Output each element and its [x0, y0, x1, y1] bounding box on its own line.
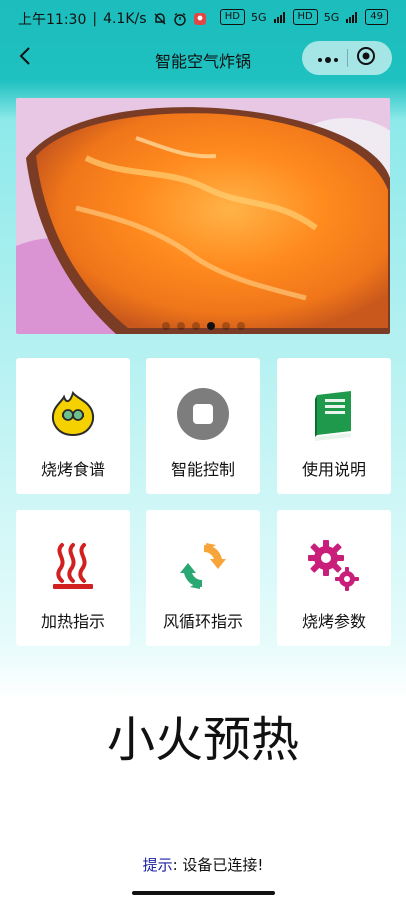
- network-type-1: 5G: [250, 10, 267, 24]
- signal-icon-2: [345, 10, 359, 24]
- menu-card-instructions[interactable]: 使用说明: [277, 358, 391, 494]
- menu-label: 智能控制: [170, 460, 235, 479]
- tip-label: 提示: [142, 856, 173, 874]
- menu-label: 加热指示: [40, 612, 105, 631]
- carousel-dot[interactable]: [236, 322, 245, 330]
- more-dots-icon: [317, 49, 339, 68]
- carousel-dots: [16, 322, 390, 330]
- sweet-potato-image: [16, 98, 390, 334]
- status-bar: 上午11:30 | 4.1K/s HD 5G HD 5G 49: [0, 0, 406, 36]
- menu-card-smart-control[interactable]: 智能控制: [146, 358, 260, 494]
- menu-card-recipes[interactable]: 烧烤食谱: [16, 358, 130, 494]
- home-indicator[interactable]: [132, 891, 275, 895]
- recipe-fire-icon: [43, 384, 103, 444]
- status-right: HD 5G HD 5G 49: [219, 9, 388, 25]
- title-bar: 智能空气炸锅: [0, 36, 406, 82]
- stop-button-icon: [173, 384, 233, 444]
- menu-label: 风循环指示: [162, 612, 243, 631]
- miniapp-capsule: [302, 41, 392, 75]
- target-circle-icon: [356, 46, 376, 70]
- heat-waves-icon: [43, 536, 103, 596]
- status-separator: |: [92, 11, 98, 27]
- alarm-clock-icon: [173, 12, 187, 26]
- hd-badge: HD: [219, 9, 245, 25]
- battery-icon: 49: [365, 9, 388, 25]
- carousel-dot[interactable]: [221, 322, 230, 330]
- book-icon: [304, 384, 364, 444]
- carousel-dot-active[interactable]: [206, 322, 215, 330]
- banner-carousel[interactable]: [16, 98, 390, 334]
- tip-message: 设备已连接!: [182, 856, 264, 874]
- hd-badge-2: HD: [292, 9, 318, 25]
- gears-icon: [304, 536, 364, 596]
- connection-tip: 提示: 设备已连接!: [0, 854, 406, 875]
- menu-card-air-circulation[interactable]: 风循环指示: [146, 510, 260, 646]
- menu-card-grill-params[interactable]: 烧烤参数: [277, 510, 391, 646]
- battery-level: 49: [370, 11, 383, 22]
- carousel-dot[interactable]: [191, 322, 200, 330]
- signal-icon: [273, 10, 287, 24]
- carousel-dot[interactable]: [161, 322, 170, 330]
- carousel-dot[interactable]: [176, 322, 185, 330]
- status-speed: 4.1K/s: [103, 11, 147, 27]
- menu-card-heating[interactable]: 加热指示: [16, 510, 130, 646]
- menu-label: 烧烤参数: [301, 612, 366, 631]
- recycle-arrows-icon: [173, 536, 233, 596]
- network-type-2: 5G: [323, 10, 340, 24]
- menu-label: 烧烤食谱: [40, 460, 105, 479]
- capsule-divider: [346, 49, 348, 67]
- heating-status-text: 小火预热: [106, 712, 299, 768]
- menu-label: 使用说明: [301, 460, 366, 479]
- location-app-icon: [193, 12, 207, 26]
- status-left: 上午11:30 | 4.1K/s: [18, 9, 207, 29]
- tip-separator: :: [172, 856, 178, 874]
- status-time: 上午11:30: [18, 12, 87, 28]
- mute-bell-icon: [153, 12, 167, 26]
- close-miniapp-button[interactable]: [350, 44, 382, 72]
- more-button[interactable]: [312, 44, 344, 72]
